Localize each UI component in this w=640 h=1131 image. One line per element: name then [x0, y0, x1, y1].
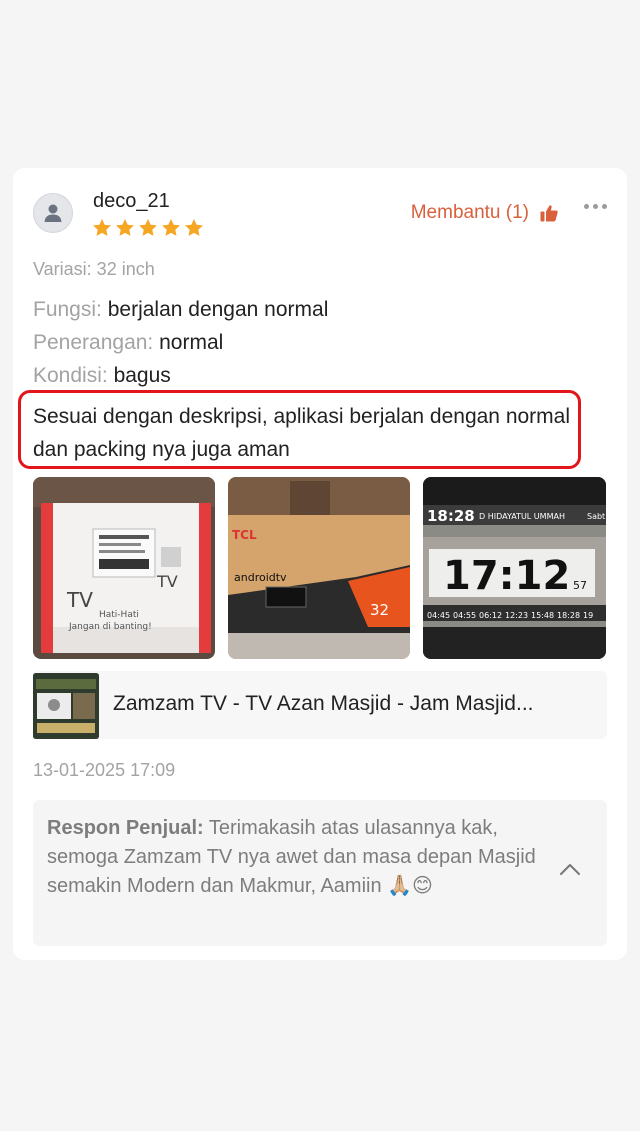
review-photo-mosque-clock[interactable]: 18:28 D HIDAYATUL UMMAH Sabt 17:12 57 04… — [423, 477, 606, 659]
prayer-time-1: 04:45 — [427, 611, 450, 620]
attribute-value: normal — [159, 331, 224, 354]
seller-response-text: Respon Penjual: Terimakasih atas ulasann… — [47, 814, 537, 901]
product-name: Zamzam TV - TV Azan Masjid - Jam Masjid.… — [113, 692, 534, 715]
variant-label: Variasi: 32 inch — [33, 259, 155, 279]
attribute-function: Fungsi: berjalan dengan normal — [33, 298, 328, 322]
star-icon — [116, 219, 134, 236]
star-icon — [185, 219, 203, 236]
more-icon[interactable] — [584, 204, 607, 209]
attribute-lighting: Penerangan: normal — [33, 331, 223, 355]
prayer-time-2: 04:55 — [453, 611, 476, 620]
thumbs-up-icon — [540, 205, 558, 222]
review-photo-tv-box[interactable]: TCL androidtv 32 — [228, 477, 410, 659]
attribute-value: berjalan dengan normal — [107, 298, 329, 321]
product-thumbnail — [33, 673, 99, 739]
seconds-text: 57 — [573, 579, 587, 592]
tv-box-photo-art: TCL androidtv 32 — [228, 477, 410, 659]
product-link[interactable]: Zamzam TV - TV Azan Masjid - Jam Masjid.… — [33, 671, 607, 739]
androidtv-text: androidtv — [234, 571, 287, 584]
prayer-time-3: 06:12 — [479, 611, 502, 620]
small-clock-text: 18:28 — [427, 507, 475, 525]
chevron-up-icon[interactable] — [559, 862, 581, 876]
mosque-clock-photo-art: 18:28 D HIDAYATUL UMMAH Sabt 17:12 57 04… — [423, 477, 606, 659]
big-clock-text: 17:12 — [443, 553, 570, 599]
star-icon — [93, 219, 111, 236]
prayer-time-4: 12:23 — [505, 611, 528, 620]
attribute-key: Kondisi: — [33, 364, 108, 387]
product-thumbnail-art — [33, 673, 99, 739]
tcl-brand-text: TCL — [232, 528, 257, 542]
attribute-key: Fungsi: — [33, 298, 102, 321]
prayer-time-5: 15:48 — [531, 611, 554, 620]
attribute-key: Penerangan: — [33, 331, 154, 354]
review-date: 13-01-2025 17:09 — [33, 760, 176, 780]
size-badge-text: 32 — [370, 601, 389, 619]
review-card: deco_21 Membantu (1) Variasi: 32 inch Fu… — [13, 168, 627, 960]
helpful-button[interactable]: Membantu (1) — [411, 202, 559, 224]
star-icon — [162, 219, 180, 236]
review-photo-package[interactable]: TV TV Hati-Hati Jangan di banting! — [33, 477, 215, 659]
seller-response: Respon Penjual: Terimakasih atas ulasann… — [33, 800, 607, 946]
user-icon — [44, 204, 62, 222]
handwriting-caution: Hati-Hati — [99, 610, 139, 620]
mosque-name-text: D HIDAYATUL UMMAH — [479, 512, 565, 521]
prayer-time-6: 18:28 — [557, 611, 580, 620]
handwriting-note: Jangan di banting! — [68, 622, 152, 632]
handwriting-tv: TV — [66, 588, 93, 612]
top-blank-area — [0, 0, 640, 168]
star-rating — [91, 217, 205, 239]
seller-response-label: Respon Penjual: — [47, 817, 204, 839]
day-text: Sabt — [587, 512, 605, 521]
helpful-label: Membantu (1) — [410, 202, 529, 223]
attribute-value: bagus — [113, 364, 171, 387]
star-icon — [139, 219, 157, 236]
handwriting-tv-2: TV — [156, 572, 178, 591]
review-text: Sesuai dengan deskripsi, aplikasi berjal… — [33, 405, 571, 461]
avatar[interactable] — [33, 193, 73, 233]
attribute-condition: Kondisi: bagus — [33, 364, 171, 388]
package-photo-art: TV TV Hati-Hati Jangan di banting! — [33, 477, 215, 659]
prayer-time-7: 19 — [583, 611, 593, 620]
reviewer-username: deco_21 — [93, 190, 170, 212]
